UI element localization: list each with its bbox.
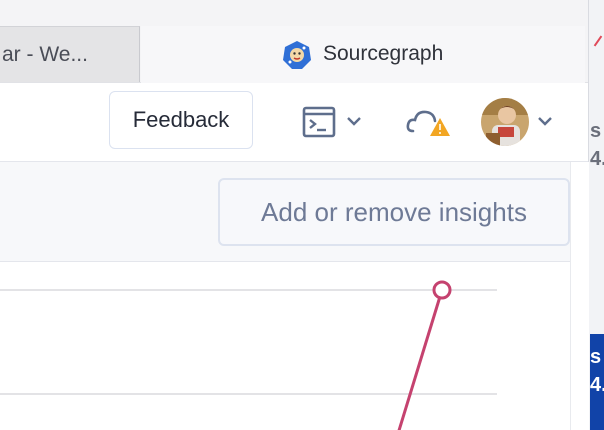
- adjacent-window-sliver: s 4. s 4.: [588, 0, 604, 430]
- sliver-text: s: [590, 120, 602, 142]
- add-remove-insights-button[interactable]: Add or remove insights: [218, 178, 570, 246]
- chart-svg: [0, 280, 497, 430]
- sliver-text: 4.: [590, 148, 604, 170]
- decorative-mark: [593, 35, 603, 47]
- user-menu-button[interactable]: [480, 97, 560, 147]
- insights-page-header: Add or remove insights: [0, 162, 570, 262]
- browser-tab-title: ar - We...: [2, 43, 88, 66]
- cloud-warning-icon: [406, 110, 450, 136]
- app-navbar: Feedback: [0, 83, 588, 162]
- status-cloud-button[interactable]: [405, 105, 451, 139]
- chart-series-line: [397, 289, 444, 430]
- browser-tab-active[interactable]: Sourcegraph: [141, 26, 585, 83]
- vertical-scrollbar[interactable]: [570, 162, 589, 430]
- sourcegraph-favicon-icon: [283, 41, 311, 69]
- browser-tab-title: Sourcegraph: [323, 42, 444, 65]
- browser-tab-strip: ar - We... Sourcegraph: [0, 0, 604, 83]
- terminal-icon: [302, 106, 361, 138]
- command-palette-button[interactable]: [300, 105, 370, 139]
- chevron-down-icon: [538, 117, 552, 126]
- browser-tab-inactive[interactable]: ar - We...: [0, 26, 140, 82]
- insight-chart: [0, 262, 570, 430]
- chevron-down-icon: [347, 117, 361, 126]
- sliver-text: 4.: [590, 374, 604, 396]
- chart-data-point: [432, 280, 452, 300]
- sliver-text: s: [590, 346, 602, 368]
- avatar: [481, 98, 552, 146]
- feedback-button[interactable]: Feedback: [109, 91, 253, 149]
